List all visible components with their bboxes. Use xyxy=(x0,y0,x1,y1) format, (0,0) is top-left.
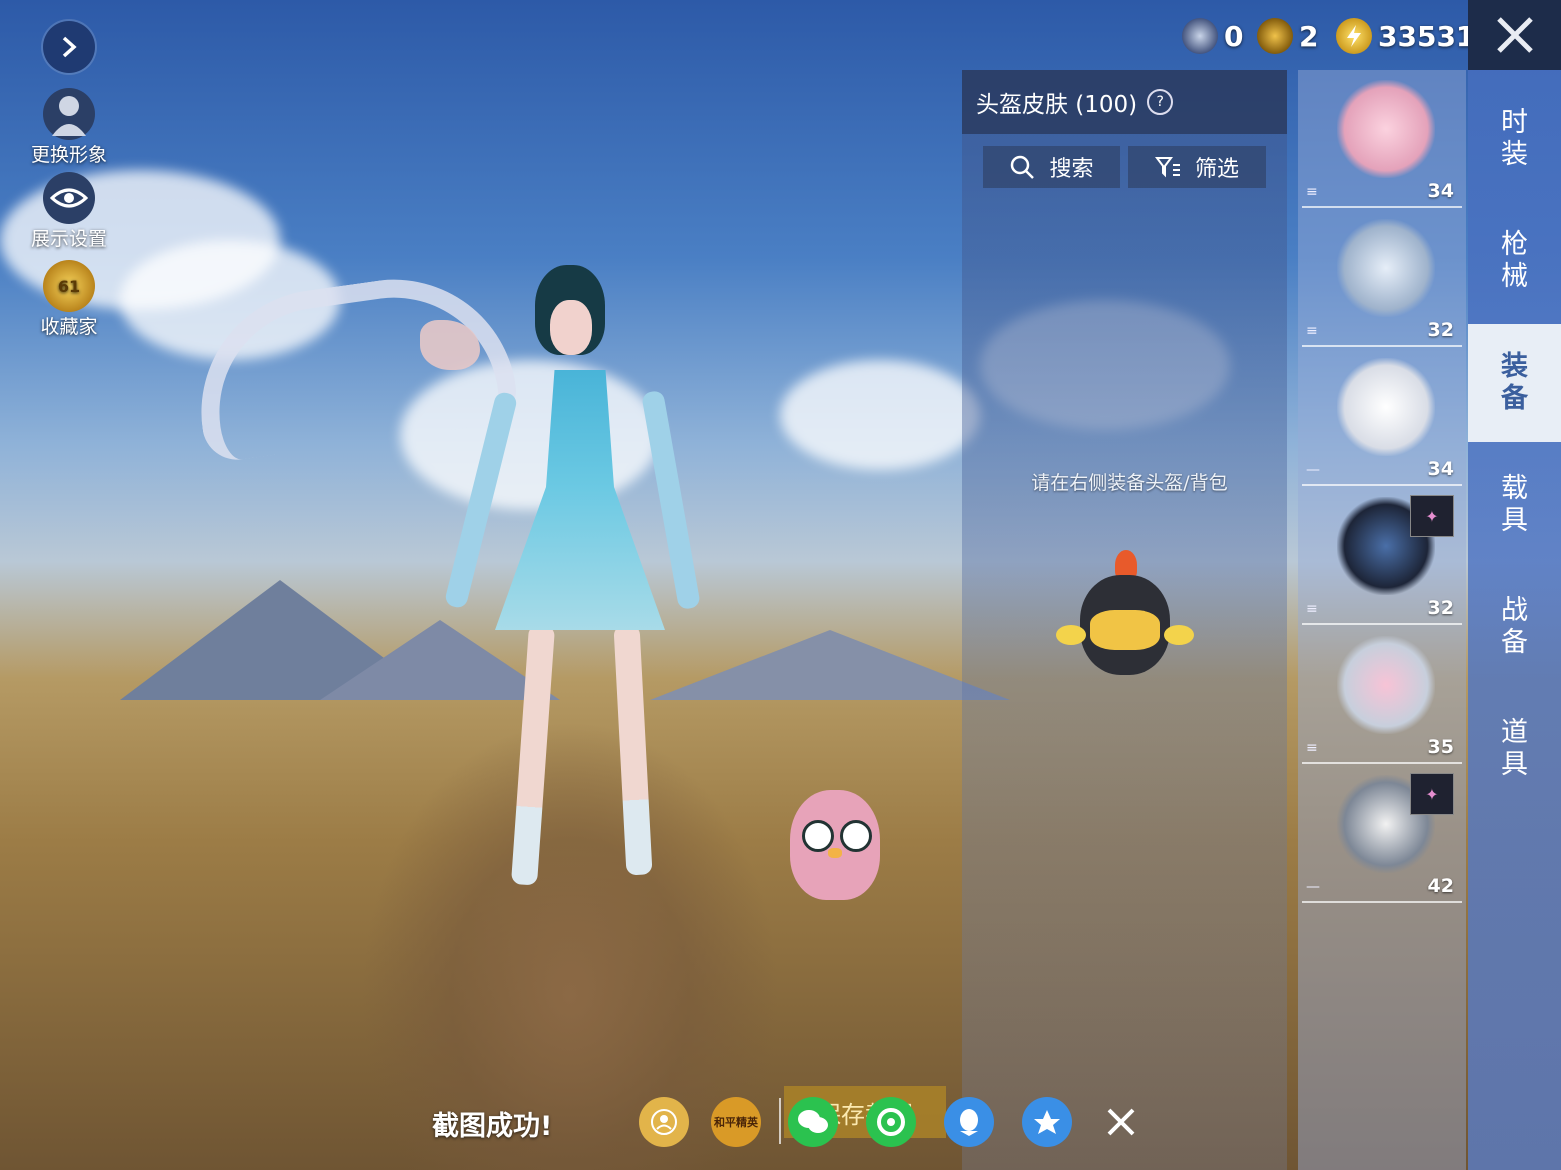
tab-equipment[interactable]: 装 备 xyxy=(1468,324,1561,442)
tab-vehicles[interactable]: 载 具 xyxy=(1468,446,1561,564)
skin-item[interactable]: ≡ 34 xyxy=(1302,70,1462,208)
pet-wing xyxy=(1164,625,1194,645)
resource-lightning[interactable]: 33531 xyxy=(1336,14,1475,58)
character-leg xyxy=(613,624,653,876)
drag-handle-icon[interactable]: ≡ xyxy=(1306,740,1318,756)
skin-item-list: ≡ 34 ≡ 32 — 34 ✦ ≡ 32 ≡ 35 ✦ — 42 xyxy=(1298,70,1466,1170)
helmet-skin-panel: 头盔皮肤 (100) ? 搜索 筛选 请在右侧装备头盔/背包 xyxy=(962,70,1287,1170)
chevron-right-icon xyxy=(62,36,77,58)
tab-weapons[interactable]: 枪 械 xyxy=(1468,202,1561,320)
helmet-pet-preview[interactable] xyxy=(1056,550,1194,690)
character-dress xyxy=(495,370,665,630)
character-arm xyxy=(641,389,701,611)
moments-icon[interactable] xyxy=(866,1097,916,1147)
close-icon xyxy=(1496,17,1533,53)
divider xyxy=(779,1098,781,1144)
mountain xyxy=(650,630,1010,700)
item-level: 34 xyxy=(1427,458,1454,480)
drag-handle-icon[interactable]: ≡ xyxy=(1306,601,1318,617)
qq-icon[interactable] xyxy=(944,1097,994,1147)
collector-label: 收藏家 xyxy=(40,316,98,338)
help-icon[interactable]: ? xyxy=(1147,89,1174,115)
collector-button[interactable]: 61 收藏家 xyxy=(14,260,124,339)
skin-item[interactable]: ✦ — 42 xyxy=(1302,765,1462,903)
game-logo-icon[interactable]: 和平精英 xyxy=(711,1097,761,1147)
pet-eye xyxy=(840,820,872,852)
eye-icon xyxy=(43,172,95,224)
resource-badge[interactable]: 2 xyxy=(1257,14,1318,58)
search-label: 搜索 xyxy=(1049,157,1094,182)
display-settings-button[interactable]: 展示设置 xyxy=(14,172,124,251)
category-tabs: 时 装 枪 械 装 备 载 具 战 备 道 具 xyxy=(1468,70,1561,1170)
filter-label: 筛选 xyxy=(1194,157,1239,182)
resource-value: 0 xyxy=(1224,19,1244,53)
item-level: 32 xyxy=(1427,319,1454,341)
cloud xyxy=(780,360,980,470)
resource-value: 2 xyxy=(1299,19,1319,53)
pet-face xyxy=(1090,610,1160,650)
pet-wing xyxy=(1056,625,1086,645)
change-appearance-label: 更换形象 xyxy=(30,144,107,166)
wechat-icon[interactable] xyxy=(788,1097,838,1147)
skin-item[interactable]: — 34 xyxy=(1302,348,1462,486)
lightning-coin-icon xyxy=(1336,18,1372,54)
tab-gear[interactable]: 战 备 xyxy=(1468,568,1561,686)
white-helmet-icon xyxy=(1337,358,1435,456)
collector-badge-icon: 61 xyxy=(43,260,95,312)
drag-handle-icon[interactable]: — xyxy=(1306,879,1320,895)
character-leg xyxy=(510,624,556,886)
resource-value: 33531 xyxy=(1378,19,1476,53)
avatar-icon xyxy=(43,88,95,140)
badge-coin-icon xyxy=(1257,18,1293,54)
expand-menu-button[interactable] xyxy=(43,21,95,73)
pet-eye xyxy=(802,820,834,852)
search-icon xyxy=(1011,155,1035,179)
cake-helmet-icon xyxy=(1337,80,1435,178)
tab-fashion[interactable]: 时 装 xyxy=(1468,80,1561,198)
skin-item[interactable]: ≡ 32 xyxy=(1302,209,1462,347)
filter-button[interactable]: 筛选 xyxy=(1128,146,1266,188)
tab-items[interactable]: 道 具 xyxy=(1468,690,1561,808)
skin-item[interactable]: ≡ 35 xyxy=(1302,626,1462,764)
gift-tag-icon: ✦ xyxy=(1410,495,1454,537)
filter-icon xyxy=(1154,157,1180,178)
drag-handle-icon[interactable]: — xyxy=(1306,462,1320,478)
resource-medal[interactable]: 0 xyxy=(1182,14,1243,58)
player-character[interactable] xyxy=(443,265,701,905)
item-level: 32 xyxy=(1427,597,1454,619)
bow-backpack-icon xyxy=(1337,636,1435,734)
search-button[interactable]: 搜索 xyxy=(983,146,1120,188)
item-level: 34 xyxy=(1427,180,1454,202)
panel-header: 头盔皮肤 (100) ? xyxy=(962,70,1287,134)
gift-tag-icon: ✦ xyxy=(1410,773,1454,815)
drag-handle-icon[interactable]: ≡ xyxy=(1306,323,1318,339)
profile-share-icon[interactable] xyxy=(639,1097,689,1147)
character-face xyxy=(550,300,592,355)
close-icon[interactable] xyxy=(1096,1097,1146,1147)
item-level: 35 xyxy=(1427,736,1454,758)
display-settings-label: 展示设置 xyxy=(30,228,107,250)
pet-beak xyxy=(828,848,842,858)
qzone-icon[interactable] xyxy=(1022,1097,1072,1147)
equip-hint: 请在右侧装备头盔/背包 xyxy=(1031,472,1228,494)
collector-level: 61 xyxy=(57,276,81,296)
skin-item[interactable]: ✦ ≡ 32 xyxy=(1302,487,1462,625)
pink-bird-pet[interactable] xyxy=(790,770,880,910)
panel-title: 头盔皮肤 (100) xyxy=(976,92,1138,118)
medal-coin-icon xyxy=(1182,18,1218,54)
dragon-helmet-icon xyxy=(1337,219,1435,317)
close-button[interactable] xyxy=(1468,0,1561,70)
change-appearance-button[interactable]: 更换形象 xyxy=(14,88,124,167)
screenshot-success-toast: 截图成功! xyxy=(432,1111,553,1142)
item-level: 42 xyxy=(1427,875,1454,897)
drag-handle-icon[interactable]: ≡ xyxy=(1306,184,1318,200)
